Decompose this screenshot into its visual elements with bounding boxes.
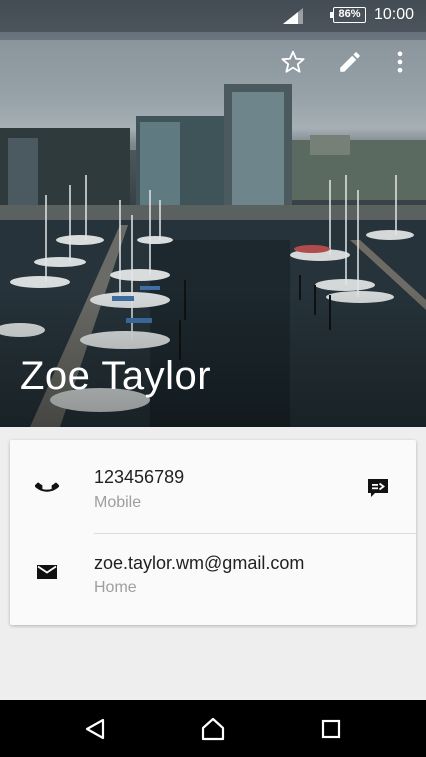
- send-message-button[interactable]: [364, 474, 392, 502]
- email-icon: [34, 559, 60, 585]
- recent-apps-icon: [321, 719, 341, 739]
- contact-detail-screen: 86% 10:00 Zoe Taylor 123456789 Mobile zo…: [0, 0, 426, 757]
- status-time: 10:00: [374, 6, 415, 23]
- phone-row[interactable]: 123456789 Mobile: [10, 440, 416, 533]
- phone-type: Mobile: [94, 494, 142, 511]
- email-row[interactable]: zoe.taylor.wm@gmail.com Home: [10, 533, 416, 626]
- star-outline-icon: [281, 50, 305, 73]
- contact-details-card: 123456789 Mobile zoe.taylor.wm@gmail.com: [10, 440, 416, 625]
- battery-icon: 86%: [330, 7, 366, 23]
- signal-icon: [283, 8, 303, 24]
- more-vert-icon: [397, 51, 403, 73]
- phone-icon: [34, 473, 60, 499]
- navigation-bar: [0, 700, 426, 757]
- message-icon: [368, 479, 388, 497]
- email-type: Home: [94, 579, 137, 596]
- status-bar: 86% 10:00: [0, 0, 426, 32]
- favorite-button[interactable]: [279, 48, 307, 76]
- back-icon: [85, 718, 105, 740]
- home-icon: [201, 717, 225, 741]
- back-button[interactable]: [80, 714, 110, 744]
- edit-pencil-icon: [340, 52, 360, 72]
- recent-apps-button[interactable]: [316, 714, 346, 744]
- phone-number: 123456789: [94, 467, 185, 487]
- edit-contact-button[interactable]: [336, 48, 364, 76]
- contact-name: Zoe Taylor: [20, 354, 212, 398]
- home-button[interactable]: [198, 714, 228, 744]
- more-options-button[interactable]: [386, 48, 414, 76]
- email-address: zoe.taylor.wm@gmail.com: [94, 553, 305, 573]
